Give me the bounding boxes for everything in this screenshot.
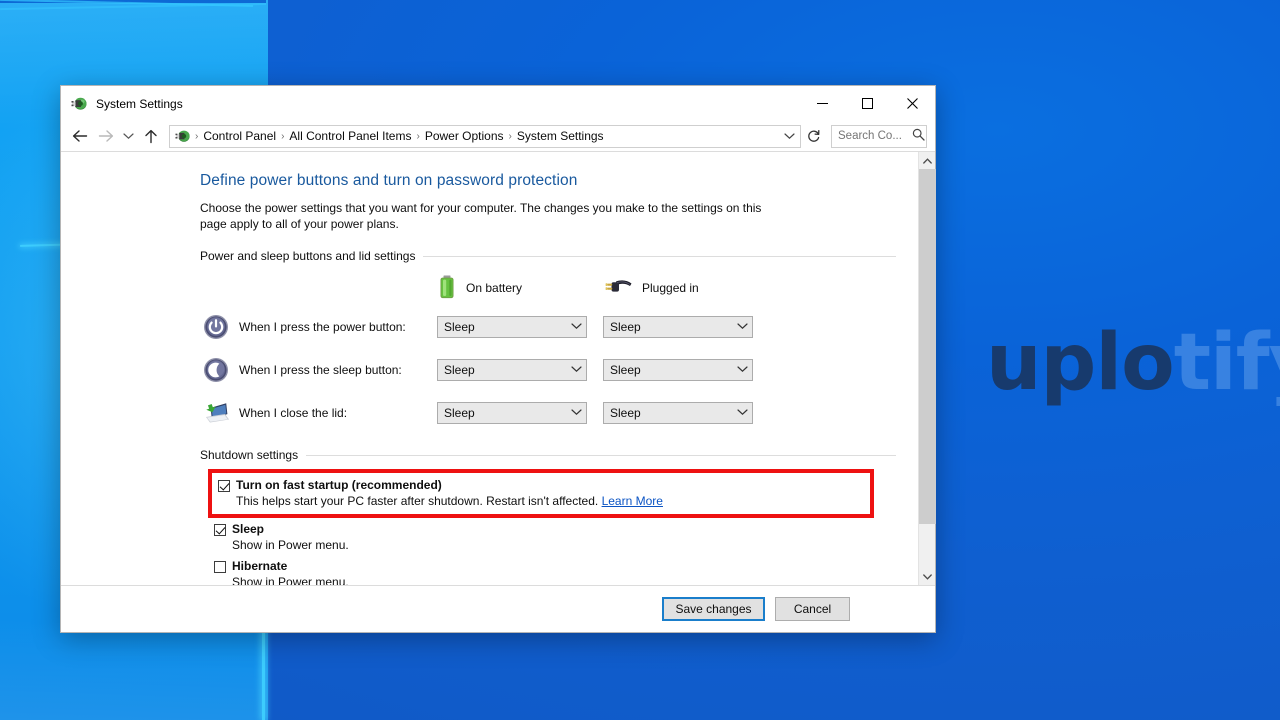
scroll-down-icon[interactable]	[919, 568, 935, 585]
setting-label-power-button: When I press the power button:	[239, 319, 406, 334]
breadcrumb-power-options-icon	[175, 128, 191, 144]
group-label: Shutdown settings	[200, 448, 299, 462]
setting-label-sleep-button: When I press the sleep button:	[239, 362, 402, 377]
chevron-down-icon	[571, 322, 582, 332]
sleep-button-icon	[200, 357, 231, 383]
window-titlebar: System Settings	[61, 86, 935, 121]
watermark-dark-text: uplo	[986, 318, 1175, 408]
close-button[interactable]	[890, 86, 935, 121]
refresh-icon[interactable]	[802, 125, 826, 148]
chevron-down-icon	[571, 365, 582, 375]
maximize-button[interactable]	[845, 86, 890, 121]
breadcrumb-item-system-settings[interactable]: System Settings	[513, 129, 608, 143]
dropdown-power-button-plugged-in[interactable]: Sleep	[603, 315, 753, 338]
scroll-up-icon[interactable]	[919, 152, 935, 169]
setting-row-close-lid: When I close the lid: Sleep Sleep	[200, 391, 896, 434]
dropdown-power-button-on-battery[interactable]: Sleep	[437, 315, 587, 338]
recent-locations-chevron-down-icon[interactable]	[119, 124, 138, 148]
page-description: Choose the power settings that you want …	[200, 201, 762, 231]
save-changes-button[interactable]: Save changes	[662, 597, 765, 621]
settings-content: Define power buttons and turn on passwor…	[61, 152, 918, 585]
group-header-shutdown-settings: Shutdown settings	[200, 448, 896, 462]
power-plug-icon	[603, 277, 633, 300]
chevron-down-icon	[737, 365, 748, 375]
watermark-light-text: tify	[1173, 318, 1280, 408]
search-box[interactable]	[831, 124, 927, 148]
column-header-label-battery: On battery	[466, 281, 523, 295]
watermark: uplotify	[986, 324, 1280, 402]
scrollbar-thumb[interactable]	[919, 169, 936, 524]
search-icon[interactable]	[912, 128, 925, 144]
column-headers: On battery Plugged in	[200, 271, 896, 305]
group-header-power-sleep-lid: Power and sleep buttons and lid settings	[200, 249, 896, 263]
window-title: System Settings	[96, 96, 183, 111]
window-controls	[800, 86, 935, 121]
column-header-on-battery: On battery	[437, 274, 603, 303]
dropdown-close-lid-on-battery[interactable]: Sleep	[437, 401, 587, 424]
checkbox-fast-startup[interactable]	[218, 480, 230, 492]
checkbox-item-sleep: Sleep Show in Power menu.	[200, 522, 896, 552]
breadcrumb-item-all-control-panel-items[interactable]: All Control Panel Items	[285, 129, 415, 143]
breadcrumb[interactable]: › Control Panel › All Control Panel Item…	[169, 124, 801, 148]
scrollbar-track[interactable]	[919, 169, 936, 568]
window-footer: Save changes Cancel	[61, 585, 935, 632]
dropdown-value: Sleep	[610, 319, 641, 334]
dropdown-value: Sleep	[444, 319, 475, 334]
checkbox-row[interactable]: Sleep	[214, 522, 896, 536]
back-arrow-icon[interactable]	[67, 124, 93, 148]
checkbox-hibernate[interactable]	[214, 561, 226, 573]
checkbox-item-hibernate: Hibernate Show in Power menu.	[200, 559, 896, 585]
checkbox-row[interactable]: Hibernate	[214, 559, 896, 573]
checkbox-label-hibernate: Hibernate	[232, 559, 288, 573]
dropdown-value: Sleep	[444, 362, 475, 377]
setting-row-sleep-button: When I press the sleep button: Sleep Sle…	[200, 348, 896, 391]
column-header-plugged-in: Plugged in	[603, 277, 699, 300]
cancel-button[interactable]: Cancel	[775, 597, 850, 621]
power-options-icon	[71, 95, 88, 112]
dropdown-value: Sleep	[610, 362, 641, 377]
vertical-scrollbar[interactable]	[918, 152, 936, 585]
forward-arrow-icon	[93, 124, 119, 148]
page-title: Define power buttons and turn on passwor…	[200, 172, 578, 189]
breadcrumb-item-power-options[interactable]: Power Options	[421, 129, 508, 143]
chevron-down-icon	[571, 408, 582, 418]
up-arrow-icon[interactable]	[138, 124, 164, 148]
power-button-icon	[200, 314, 231, 340]
breadcrumb-chevron-down-icon[interactable]	[778, 126, 800, 147]
content-area: Define power buttons and turn on passwor…	[61, 152, 936, 585]
chevron-down-icon	[737, 408, 748, 418]
fast-startup-highlight-box: Turn on fast startup (recommended) This …	[208, 469, 874, 518]
dropdown-value: Sleep	[610, 405, 641, 420]
search-input[interactable]	[838, 130, 912, 142]
laptop-lid-icon	[200, 400, 231, 426]
checkbox-item-fast-startup: Turn on fast startup (recommended) This …	[212, 478, 870, 508]
checkbox-label-fast-startup: Turn on fast startup (recommended)	[236, 478, 442, 492]
checkbox-description-fast-startup: This helps start your PC faster after sh…	[218, 494, 870, 508]
dropdown-close-lid-plugged-in[interactable]: Sleep	[603, 401, 753, 424]
checkbox-label-sleep: Sleep	[232, 522, 265, 536]
group-label: Power and sleep buttons and lid settings	[200, 249, 416, 263]
dropdown-sleep-button-plugged-in[interactable]: Sleep	[603, 358, 753, 381]
system-settings-window: System Settings › Control Panel › All Co…	[60, 85, 936, 633]
learn-more-link[interactable]: Learn More	[602, 494, 663, 508]
breadcrumb-item-control-panel[interactable]: Control Panel	[199, 129, 280, 143]
group-divider	[306, 454, 896, 456]
minimize-button[interactable]	[800, 86, 845, 121]
checkbox-row[interactable]: Turn on fast startup (recommended)	[218, 478, 870, 492]
description-text: This helps start your PC faster after sh…	[236, 494, 599, 508]
battery-icon	[437, 274, 457, 303]
checkbox-sleep[interactable]	[214, 524, 226, 536]
desktop-background: uplotify System Settings	[0, 0, 1280, 720]
address-bar: › Control Panel › All Control Panel Item…	[61, 121, 935, 152]
setting-label-close-lid: When I close the lid:	[239, 405, 348, 420]
column-header-label-plugged: Plugged in	[642, 281, 699, 295]
group-divider	[423, 255, 896, 257]
dropdown-value: Sleep	[444, 405, 475, 420]
dropdown-sleep-button-on-battery[interactable]: Sleep	[437, 358, 587, 381]
setting-row-power-button: When I press the power button: Sleep Sle…	[200, 305, 896, 348]
checkbox-description-hibernate: Show in Power menu.	[232, 575, 349, 585]
chevron-down-icon	[737, 322, 748, 332]
checkbox-description-sleep: Show in Power menu.	[232, 538, 349, 552]
